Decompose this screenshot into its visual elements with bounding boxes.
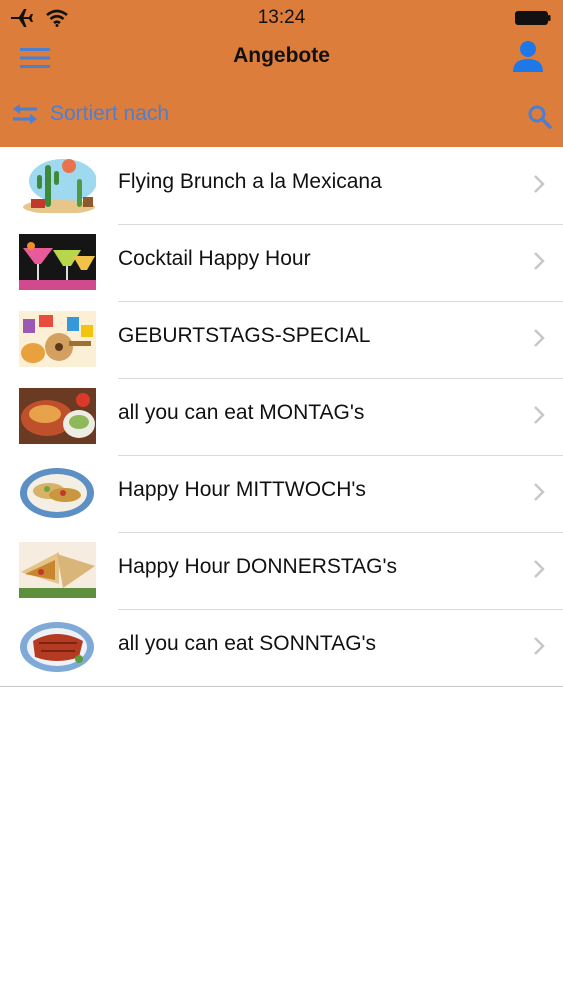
list-item-label: Flying Brunch a la Mexicana xyxy=(118,170,382,193)
list-item[interactable]: GEBURTSTAGS-SPECIAL xyxy=(0,301,563,378)
sort-button[interactable]: Sortiert nach xyxy=(10,102,169,126)
chevron-right-icon xyxy=(534,406,545,424)
list-item-label: GEBURTSTAGS-SPECIAL xyxy=(118,324,371,347)
cactus-thumbnail-icon xyxy=(23,159,96,213)
battery-icon xyxy=(515,11,551,25)
party-thumbnail-icon xyxy=(19,311,96,367)
search-icon[interactable] xyxy=(527,104,553,130)
chevron-right-icon xyxy=(534,483,545,501)
user-profile-icon[interactable] xyxy=(511,39,545,73)
sort-label: Sortiert nach xyxy=(50,102,170,125)
list-item[interactable]: Happy Hour MITTWOCH's xyxy=(0,455,563,532)
sort-bar: Sortiert nach xyxy=(0,96,563,140)
list-item-label: Happy Hour MITTWOCH's xyxy=(118,478,366,501)
list-item[interactable]: Happy Hour DONNERSTAG's xyxy=(0,532,563,609)
list-item-label: Cocktail Happy Hour xyxy=(118,247,311,270)
page-title: Angebote xyxy=(233,44,330,67)
header: 13:24 Angebote Sortiert nach xyxy=(0,0,563,147)
app-screen: 13:24 Angebote Sortiert nach Flying Brun… xyxy=(0,0,563,1000)
list-item[interactable]: all you can eat SONNTAG's xyxy=(0,609,563,686)
chevron-right-icon xyxy=(534,560,545,578)
list-item-label: Happy Hour DONNERSTAG's xyxy=(118,555,398,578)
list-item[interactable]: Cocktail Happy Hour xyxy=(0,224,563,301)
chevron-right-icon xyxy=(534,175,545,193)
list-item-label: all you can eat SONNTAG's xyxy=(118,632,377,655)
list-item-label: all you can eat MONTAG's xyxy=(118,401,365,424)
tacos-plate-thumbnail-icon xyxy=(19,465,96,521)
ribs-plate-thumbnail-icon xyxy=(19,619,96,675)
status-time: 13:24 xyxy=(257,7,306,28)
swap-arrows-icon xyxy=(13,104,37,124)
chevron-right-icon xyxy=(534,637,545,655)
status-bar: 13:24 xyxy=(0,0,563,36)
cocktail-thumbnail-icon xyxy=(19,234,96,290)
offers-list: Flying Brunch a la Mexicana Cocktail Hap… xyxy=(0,147,563,687)
chevron-right-icon xyxy=(534,252,545,270)
nav-bar: Angebote xyxy=(0,36,563,80)
food-platter-thumbnail-icon xyxy=(19,388,96,444)
chevron-right-icon xyxy=(534,329,545,347)
list-item[interactable]: all you can eat MONTAG's xyxy=(0,378,563,455)
list-item[interactable]: Flying Brunch a la Mexicana xyxy=(0,147,563,224)
quesadilla-thumbnail-icon xyxy=(19,542,96,598)
